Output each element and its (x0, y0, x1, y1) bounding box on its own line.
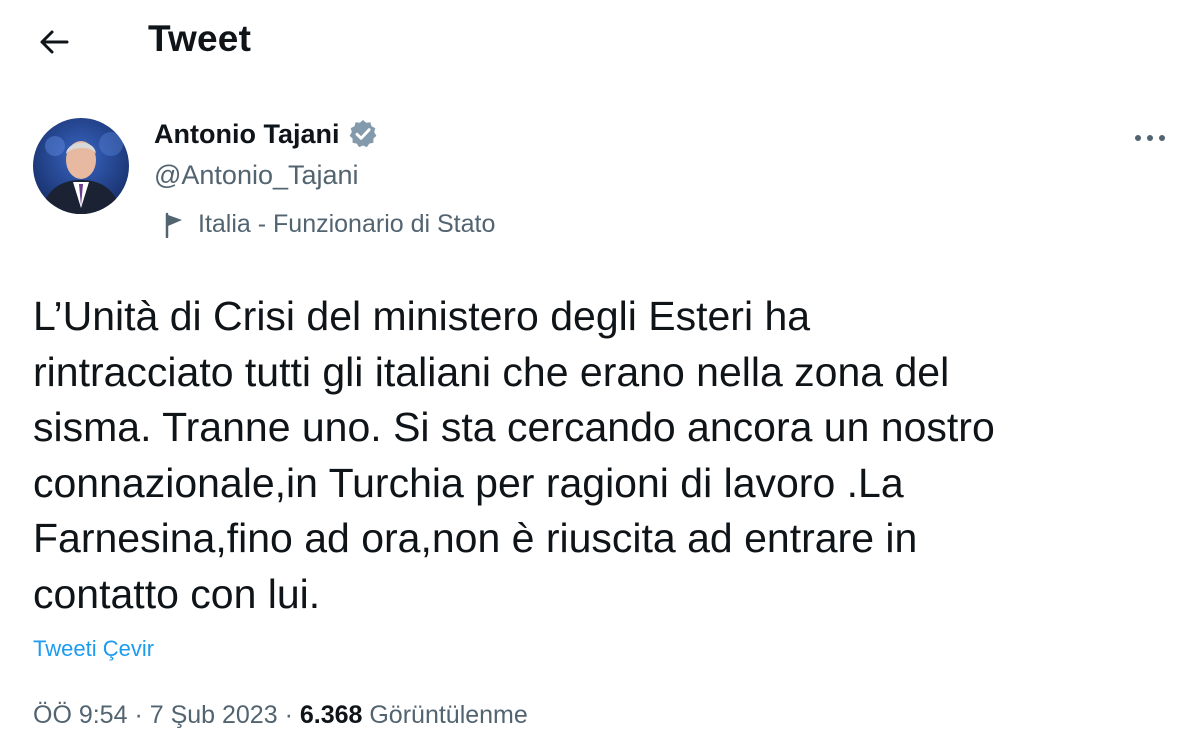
views-label (362, 701, 369, 730)
author-name[interactable]: Antonio Tajani (154, 118, 379, 150)
affiliation-label: Italia - Funzionario di Stato (162, 210, 495, 239)
arrow-left-icon (40, 30, 69, 54)
views-label-text: Görüntülenme (369, 701, 528, 729)
meta-separator: · (127, 701, 150, 729)
more-horizontal-icon (1135, 135, 1165, 141)
meta-separator: · (277, 701, 300, 729)
avatar-image (33, 118, 129, 214)
verified-badge-icon (350, 120, 377, 148)
flag-icon (165, 212, 182, 238)
author-handle[interactable]: @Antonio_Tajani (154, 160, 359, 191)
views-count: 6.368 (299, 701, 363, 729)
translate-tweet-link[interactable]: Tweeti Çevir (33, 636, 154, 662)
avatar[interactable] (33, 118, 129, 214)
affiliation-text: Italia - Funzionario di Stato (198, 210, 496, 238)
back-button[interactable] (34, 22, 74, 62)
author-name-text: Antonio Tajani (154, 118, 340, 149)
tweet-metadata: ÖÖ 9:54 · 7 Şub 2023 · 6.368 Görüntülenm… (33, 701, 528, 730)
tweet-date[interactable]: 7 Şub 2023 (150, 701, 278, 730)
tweet-text: L’Unità di Crisi del ministero degli Est… (33, 293, 995, 617)
page-title: Tweet (148, 18, 252, 59)
tweet-time[interactable]: ÖÖ 9:54 (33, 701, 128, 730)
top-bar: Tweet (0, 0, 1200, 84)
more-options-button[interactable] (1128, 124, 1172, 152)
